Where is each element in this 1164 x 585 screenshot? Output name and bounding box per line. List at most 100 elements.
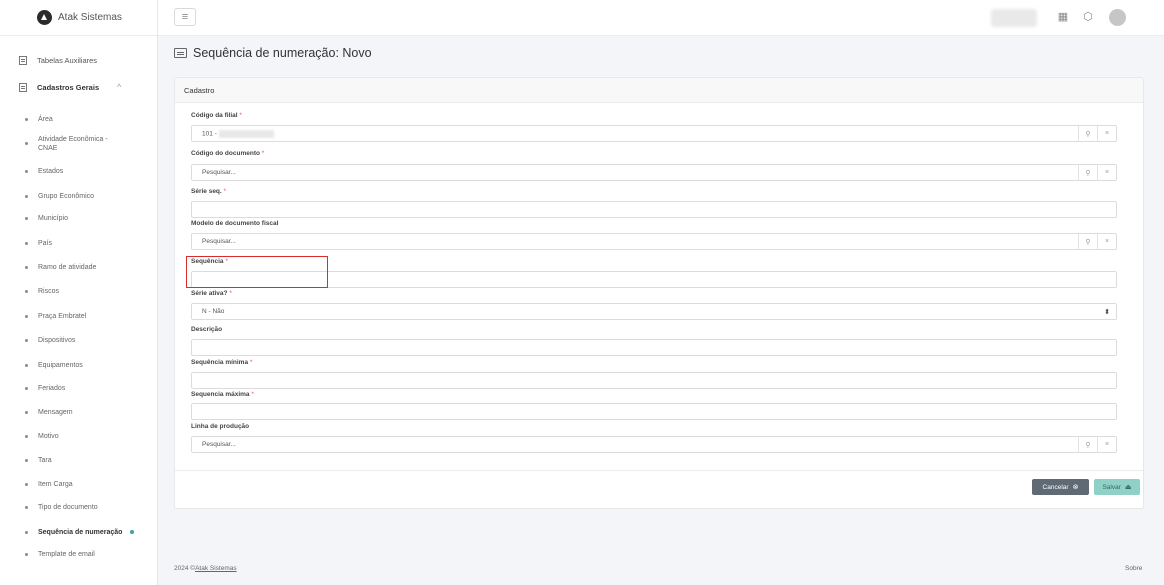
bullet-icon [25, 531, 28, 534]
bullet-icon [25, 118, 28, 121]
save-button-label: Salvar [1102, 483, 1121, 491]
sidebar-item-ramo-de-atividade[interactable]: Ramo de atividade [0, 263, 96, 272]
sidebar-item-sequencia-de-numeracao[interactable]: Sequência de numeração [0, 528, 135, 537]
sidebar-item-dispositivos[interactable]: Dispositivos [0, 336, 75, 345]
clear-icon[interactable]: × [1097, 126, 1116, 141]
bullet-icon [25, 242, 28, 245]
codigo-filial-label: Código da filial * [191, 112, 242, 119]
user-info-redacted [991, 9, 1037, 27]
codigo-filial-value: 101 - [202, 130, 217, 138]
sidebar-item-label: País [38, 240, 53, 247]
highlight-box [186, 256, 328, 288]
descricao-input[interactable] [191, 339, 1117, 356]
serie-seq-input[interactable] [191, 201, 1117, 218]
sidebar-item-label: Template de email [38, 551, 95, 558]
footer-about-link[interactable]: Sobre [1125, 565, 1142, 572]
bullet-icon [25, 142, 28, 145]
chevron-up-icon: ^ [117, 84, 122, 91]
sidebar-item-label: Grupo Econômico [38, 193, 95, 200]
sidebar-item-label: Motivo [38, 433, 59, 440]
modelo-documento-field[interactable]: Pesquisar... ⚲ × [191, 233, 1117, 250]
cube-icon[interactable]: ⬡ [1081, 10, 1095, 24]
cancel-button-label: Cancelar [1042, 483, 1069, 491]
sidebar-item-equipamentos[interactable]: Equipamentos [0, 361, 83, 370]
search-icon[interactable]: ⚲ [1078, 126, 1097, 141]
descricao-label: Descrição [191, 326, 223, 333]
sidebar-item-motivo[interactable]: Motivo [0, 432, 59, 441]
clear-icon[interactable]: × [1097, 165, 1116, 180]
sidebar-item-atividade-economica[interactable]: Atividade Econômica - CNAE [0, 135, 120, 153]
document-icon [174, 48, 187, 58]
codigo-documento-field[interactable]: Pesquisar... ⚲ × [191, 164, 1117, 181]
search-icon[interactable]: ⚲ [1078, 234, 1097, 249]
topbar: ≡ ▦ ⬡ [158, 0, 1164, 36]
footer-company-link[interactable]: Atak Sistemas [195, 565, 237, 572]
serie-ativa-label: Série ativa? * [191, 290, 232, 297]
brand-name: Atak Sistemas [58, 12, 122, 23]
sidebar-item-tipo-de-documento[interactable]: Tipo de documento [0, 503, 98, 512]
building-icon[interactable]: ▦ [1056, 10, 1070, 24]
linha-producao-label: Linha de produção [191, 423, 250, 430]
sidebar-item-item-carga[interactable]: Item Carga [0, 480, 73, 489]
search-icon[interactable]: ⚲ [1078, 165, 1097, 180]
sidebar-group-tabelas-auxiliares[interactable]: Tabelas Auxiliares [0, 53, 158, 68]
codigo-filial-field[interactable]: 101 - ⚲ × [191, 125, 1117, 142]
serie-ativa-value: N - Não [202, 308, 225, 315]
cancel-button[interactable]: Cancelar ⊗ [1032, 479, 1089, 495]
sidebar-item-label: Equipamentos [38, 362, 83, 369]
sidebar-group-cadastros-gerais[interactable]: Cadastros Gerais ^ [0, 80, 158, 95]
sidebar-groups: Tabelas Auxiliares Cadastros Gerais ^ [0, 53, 158, 107]
sidebar-item-label: Dispositivos [38, 337, 76, 344]
sidebar-item-label: Item Carga [38, 481, 73, 488]
bullet-icon [25, 217, 28, 220]
page-footer: 2024 ©Atak Sistemas [174, 565, 237, 572]
sidebar-item-riscos[interactable]: Riscos [0, 287, 59, 296]
avatar[interactable] [1109, 9, 1126, 26]
search-icon[interactable]: ⚲ [1078, 437, 1097, 452]
bullet-icon [25, 435, 28, 438]
save-button[interactable]: Salvar ⏏ [1094, 479, 1140, 495]
sidebar-item-template-de-email[interactable]: Template de email [0, 550, 95, 559]
form-card: Cadastro Código da filial * 101 - ⚲ × Có… [174, 77, 1144, 509]
brand[interactable]: Atak Sistemas [0, 0, 157, 36]
codigo-documento-label: Código do documento * [191, 150, 265, 157]
linha-producao-field[interactable]: Pesquisar... ⚲ × [191, 436, 1117, 453]
sidebar-item-label: Sequência de numeração [38, 529, 123, 536]
save-icon: ⏏ [1124, 484, 1132, 491]
sequencia-input[interactable] [191, 271, 1117, 288]
sidebar-group-label: Cadastros Gerais [37, 83, 100, 92]
sidebar-item-label: Estados [38, 168, 64, 175]
sidebar-item-municipio[interactable]: Município [0, 214, 68, 223]
bullet-icon [25, 170, 28, 173]
menu-toggle-button[interactable]: ≡ [174, 8, 196, 26]
sidebar-item-estados[interactable]: Estados [0, 167, 63, 176]
sidebar-item-pais[interactable]: País [0, 239, 52, 248]
sequencia-maxima-input[interactable] [191, 403, 1117, 420]
bullet-icon [25, 553, 28, 556]
sidebar-item-area[interactable]: Área [0, 115, 53, 124]
clear-icon[interactable]: × [1097, 437, 1116, 452]
bullet-icon [25, 290, 28, 293]
serie-seq-label: Série seq. * [191, 188, 227, 195]
sidebar-item-feriados[interactable]: Feriados [0, 384, 65, 393]
bullet-icon [25, 411, 28, 414]
clear-icon[interactable]: × [1097, 234, 1116, 249]
sidebar-item-label: Tara [38, 457, 52, 464]
active-indicator-icon [130, 530, 135, 534]
card-header: Cadastro [175, 78, 1143, 103]
sidebar-item-tara[interactable]: Tara [0, 456, 52, 465]
calculator-icon [19, 56, 27, 65]
sequencia-minima-input[interactable] [191, 372, 1117, 389]
sidebar-item-label: Município [38, 215, 68, 222]
sidebar-item-mensagem[interactable]: Mensagem [0, 408, 73, 417]
sidebar-item-grupo-economico[interactable]: Grupo Econômico [0, 192, 94, 201]
bullet-icon [25, 506, 28, 509]
sidebar-item-praca-embratel[interactable]: Praça Embratel [0, 312, 86, 321]
sequencia-maxima-label: Sequencia máxima * [191, 391, 254, 398]
page-title: Sequência de numeração: Novo [174, 46, 372, 60]
sequencia-minima-label: Sequência mínima * [191, 359, 253, 366]
serie-ativa-select[interactable]: N - Não ⬍ [191, 303, 1117, 320]
bullet-icon [25, 387, 28, 390]
bullet-icon [25, 459, 28, 462]
hamburger-icon: ≡ [181, 11, 189, 23]
